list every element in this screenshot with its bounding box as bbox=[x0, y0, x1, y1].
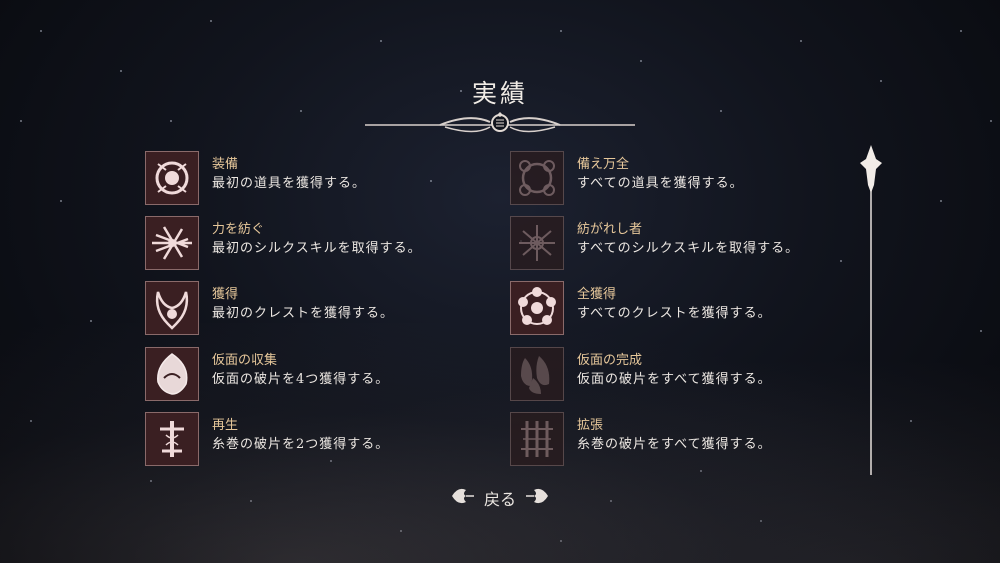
spool-needle-icon bbox=[145, 412, 199, 466]
silk-spikes-icon bbox=[145, 216, 199, 270]
title-ornament-icon bbox=[365, 112, 635, 133]
mask-shard-icon bbox=[145, 347, 199, 401]
achievement-desc: 最初のシルクスキルを取得する。 bbox=[212, 241, 422, 256]
achievement-name: 拡張 bbox=[577, 418, 604, 433]
all-crests-icon bbox=[510, 281, 564, 335]
achievement-name: 全獲得 bbox=[577, 287, 617, 302]
gear-crest-icon bbox=[145, 151, 199, 205]
scrollbar[interactable] bbox=[856, 145, 886, 480]
all-silk-skills-icon bbox=[510, 216, 564, 270]
achievement-name: 力を紡ぐ bbox=[212, 222, 265, 237]
achievement-name: 紡がれし者 bbox=[577, 222, 643, 237]
achievement-name: 仮面の収集 bbox=[212, 353, 278, 368]
achievement-name: 再生 bbox=[212, 418, 239, 433]
back-label: 戻る bbox=[483, 490, 516, 509]
all-masks-icon bbox=[510, 347, 564, 401]
achievement-regen[interactable]: 再生 糸巻の破片を2つ獲得する。 bbox=[145, 412, 495, 468]
page-title: 実績 bbox=[471, 79, 528, 108]
achievement-desc: 糸巻の破片をすべて獲得する。 bbox=[577, 437, 772, 452]
achievement-mask-complete[interactable]: 仮面の完成 仮面の破片をすべて獲得する。 bbox=[510, 347, 860, 403]
all-spools-icon bbox=[510, 412, 564, 466]
achievement-desc: 仮面の破片をすべて獲得する。 bbox=[577, 372, 772, 387]
left-flourish-icon bbox=[452, 488, 474, 504]
achievement-desc: すべてのシルクスキルを取得する。 bbox=[577, 241, 800, 256]
achievement-desc: すべてのクレストを獲得する。 bbox=[577, 306, 772, 321]
achievement-mask-collection[interactable]: 仮面の収集 仮面の破片を4つ獲得する。 bbox=[145, 347, 495, 403]
achievement-acquire[interactable]: 獲得 最初のクレストを獲得する。 bbox=[145, 281, 495, 337]
achievement-name: 装備 bbox=[212, 157, 239, 172]
achievement-desc: 最初の道具を獲得する。 bbox=[212, 176, 367, 191]
achievement-weave-power[interactable]: 力を紡ぐ 最初のシルクスキルを取得する。 bbox=[145, 216, 495, 272]
achievement-equip[interactable]: 装備 最初の道具を獲得する。 bbox=[145, 151, 495, 207]
achievement-name: 仮面の完成 bbox=[577, 353, 643, 368]
achievement-acquire-all[interactable]: 全獲得 すべてのクレストを獲得する。 bbox=[510, 281, 860, 337]
achievement-name: 備え万全 bbox=[577, 157, 630, 172]
achievement-woven-one[interactable]: 紡がれし者 すべてのシルクスキルを取得する。 bbox=[510, 216, 860, 272]
achievement-expansion[interactable]: 拡張 糸巻の破片をすべて獲得する。 bbox=[510, 412, 860, 468]
all-tools-icon bbox=[510, 151, 564, 205]
achievement-desc: 糸巻の破片を2つ獲得する。 bbox=[212, 437, 390, 452]
achievement-desc: 最初のクレストを獲得する。 bbox=[212, 306, 395, 321]
achievement-fully-prepared[interactable]: 備え万全 すべての道具を獲得する。 bbox=[510, 151, 860, 207]
achievement-desc: 仮面の破片を4つ獲得する。 bbox=[212, 372, 390, 387]
back-button[interactable]: 戻る bbox=[450, 484, 550, 510]
crest-horns-icon bbox=[145, 281, 199, 335]
achievement-desc: すべての道具を獲得する。 bbox=[577, 176, 744, 191]
right-flourish-icon bbox=[526, 488, 548, 504]
achievement-name: 獲得 bbox=[212, 287, 239, 302]
scrollbar-thumb-icon bbox=[860, 145, 882, 193]
